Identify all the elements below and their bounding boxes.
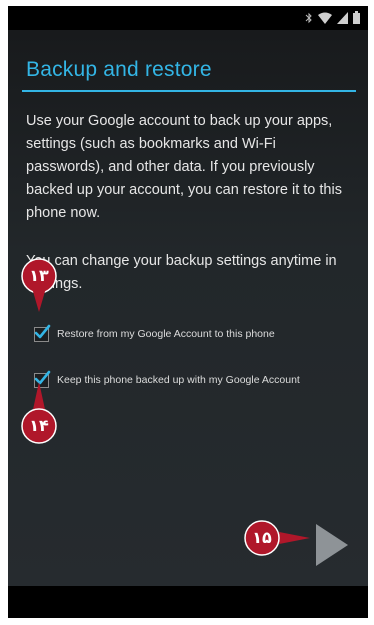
callout-15: ۱۵ [244,520,312,556]
status-bar [8,6,368,30]
description-text: Use your Google account to back up your … [26,113,342,221]
bluetooth-icon [305,11,313,29]
setup-screen: Backup and restore Use your Google accou… [8,30,368,586]
callout-14-label: ۱۴ [29,416,49,435]
settings-note-text: You can change your backup settings anyt… [26,253,337,292]
callout-15-label: ۱۵ [252,528,272,547]
backup-option[interactable]: Keep this phone backed up with my Google… [34,370,327,388]
title-divider [22,90,356,92]
wifi-icon [318,11,332,29]
navigation-bar [8,586,368,618]
page: Backup and restore Use your Google accou… [0,0,374,625]
callout-13: ۱۳ [21,258,57,314]
checkmark-icon [34,324,51,339]
next-arrow-icon [316,524,348,566]
next-button[interactable] [312,520,352,570]
backup-option-label: Keep this phone backed up with my Google… [57,374,300,386]
signal-icon [337,11,348,29]
page-title: Backup and restore [26,58,212,81]
battery-icon [353,11,360,29]
restore-option[interactable]: Restore from my Google Account to this p… [34,324,327,342]
phone-screen: Backup and restore Use your Google accou… [8,6,368,618]
status-icons [305,11,360,29]
callout-13-label: ۱۳ [29,266,49,285]
restore-checkbox[interactable] [34,324,51,342]
restore-option-label: Restore from my Google Account to this p… [57,328,275,340]
callout-14: ۱۴ [21,380,57,444]
